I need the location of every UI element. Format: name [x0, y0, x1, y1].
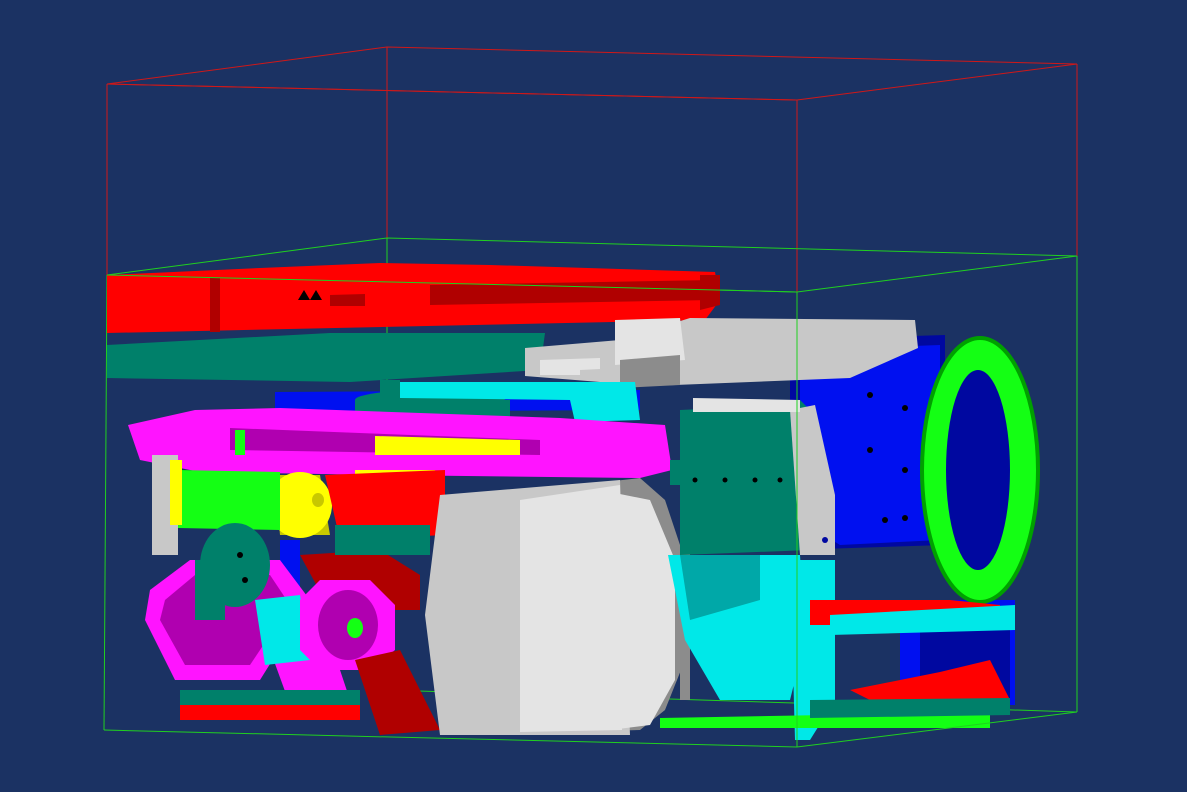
green-ring: [920, 336, 1040, 604]
gray-cylinder: [425, 478, 690, 735]
model-render[interactable]: [0, 0, 1187, 792]
3d-viewport[interactable]: [0, 0, 1187, 792]
teal-housing: [670, 398, 835, 555]
